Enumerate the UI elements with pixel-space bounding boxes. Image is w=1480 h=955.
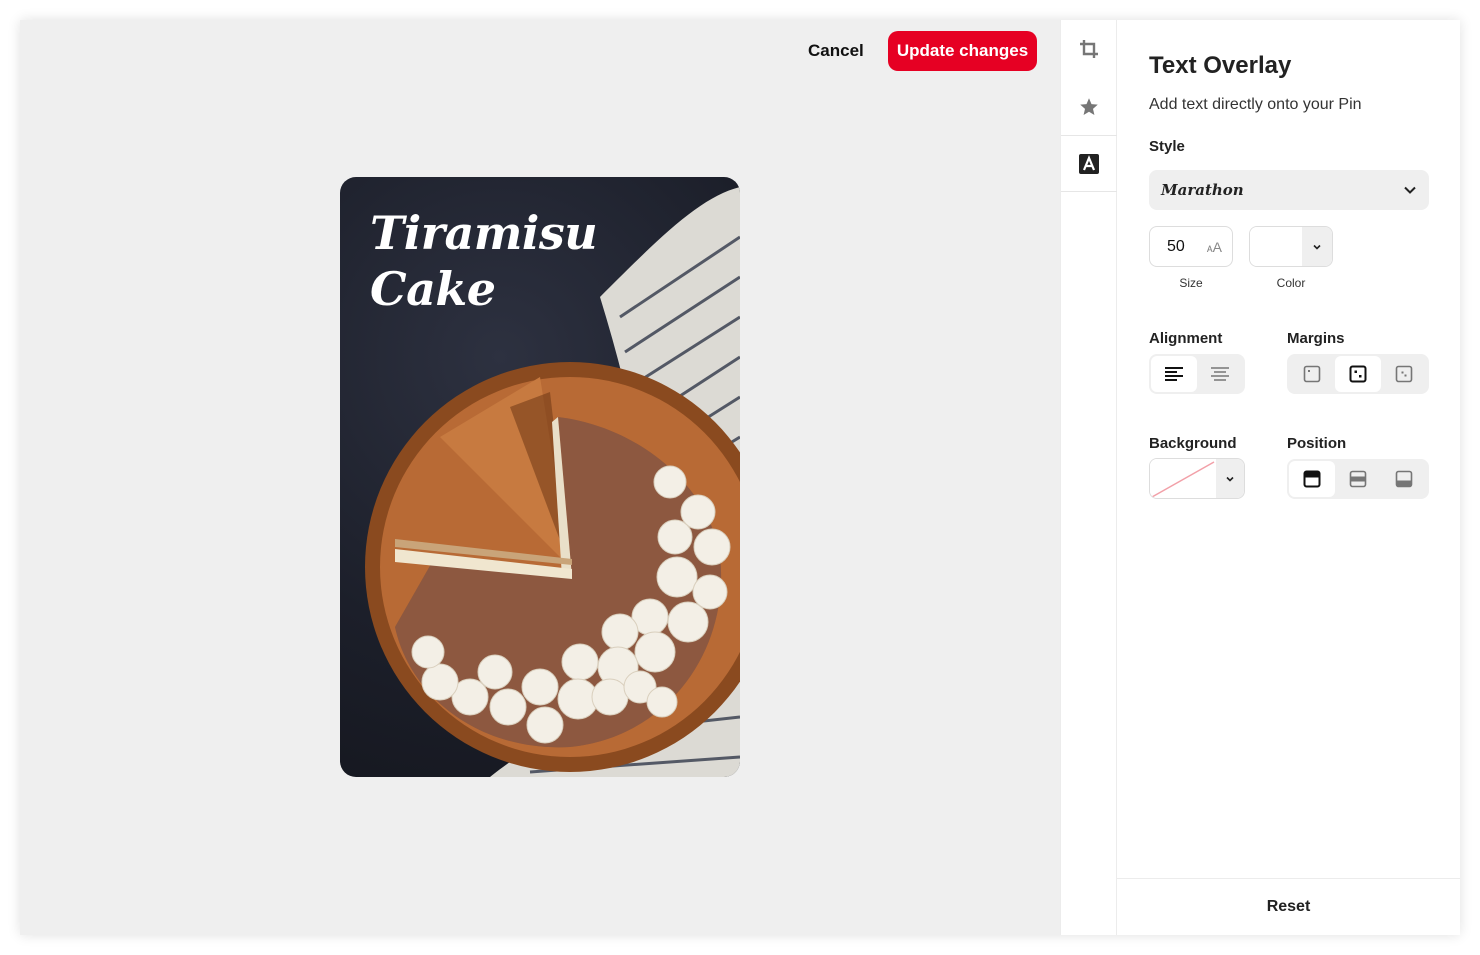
cancel-button[interactable]: Cancel xyxy=(790,32,882,70)
chevron-down-icon xyxy=(1404,186,1416,194)
chevron-down-icon xyxy=(1226,476,1234,482)
margin-small-icon xyxy=(1303,365,1321,383)
panel-title: Text Overlay xyxy=(1149,52,1292,79)
pin-overlay-text[interactable]: Tiramisu Cake xyxy=(370,205,598,317)
style-label: Style xyxy=(1149,138,1185,155)
align-center-button[interactable] xyxy=(1197,356,1243,392)
size-value: 50 xyxy=(1167,237,1185,255)
position-label: Position xyxy=(1287,435,1347,452)
text-overlay-icon xyxy=(1079,153,1099,174)
margin-large-button[interactable] xyxy=(1381,356,1427,392)
pin-title-line2: Cake xyxy=(370,262,496,316)
margins-control xyxy=(1287,354,1429,394)
alignment-control xyxy=(1149,354,1245,394)
chevron-down-icon xyxy=(1313,244,1321,250)
position-bottom-icon xyxy=(1395,470,1413,488)
alignment-label: Alignment xyxy=(1149,330,1223,347)
position-middle-button[interactable] xyxy=(1335,461,1381,497)
position-control xyxy=(1287,459,1429,499)
position-middle-icon xyxy=(1349,470,1367,488)
margin-medium-icon xyxy=(1349,365,1367,383)
margin-medium-button[interactable] xyxy=(1335,356,1381,392)
reset-button[interactable]: Reset xyxy=(1267,898,1311,916)
position-top-icon xyxy=(1303,470,1321,488)
text-overlay-tool[interactable] xyxy=(1061,135,1117,192)
style-value: Marathon xyxy=(1161,181,1244,199)
pin-image: Tiramisu Cake xyxy=(340,177,740,777)
background-dropdown-toggle xyxy=(1216,459,1244,498)
no-background-swatch xyxy=(1150,459,1216,498)
size-input[interactable]: 50 ᴀA xyxy=(1149,226,1233,267)
pin-canvas: Cancel Update changes Tiramisu Cake xyxy=(20,20,1060,935)
pin-title-line1: Tiramisu xyxy=(370,206,598,260)
update-changes-button[interactable]: Update changes xyxy=(888,31,1037,71)
crop-icon xyxy=(1080,39,1098,58)
color-dropdown-toggle xyxy=(1302,227,1332,266)
editor-window: Cancel Update changes Tiramisu Cake Text… xyxy=(20,20,1460,935)
background-picker[interactable] xyxy=(1149,458,1245,499)
color-swatch xyxy=(1250,227,1302,266)
crop-tool[interactable] xyxy=(1061,20,1117,77)
text-size-icon: ᴀA xyxy=(1206,239,1222,255)
align-left-button[interactable] xyxy=(1151,356,1197,392)
align-left-icon xyxy=(1165,367,1183,381)
margin-large-icon xyxy=(1395,365,1413,383)
sticker-tool[interactable] xyxy=(1061,78,1117,135)
size-label: Size xyxy=(1179,276,1203,290)
align-center-icon xyxy=(1211,367,1229,381)
margin-small-button[interactable] xyxy=(1289,356,1335,392)
position-top-button[interactable] xyxy=(1289,461,1335,497)
no-color-icon xyxy=(1151,461,1215,498)
color-picker[interactable] xyxy=(1249,226,1333,267)
tool-rail xyxy=(1060,20,1117,935)
panel-footer: Reset xyxy=(1117,878,1460,935)
text-overlay-panel: Text Overlay Add text directly onto your… xyxy=(1117,20,1460,935)
position-bottom-button[interactable] xyxy=(1381,461,1427,497)
background-label: Background xyxy=(1149,435,1237,452)
star-icon xyxy=(1080,97,1098,115)
margins-label: Margins xyxy=(1287,330,1345,347)
color-label: Color xyxy=(1276,276,1306,290)
panel-subtitle: Add text directly onto your Pin xyxy=(1149,96,1362,113)
style-dropdown[interactable]: Marathon xyxy=(1149,170,1429,210)
